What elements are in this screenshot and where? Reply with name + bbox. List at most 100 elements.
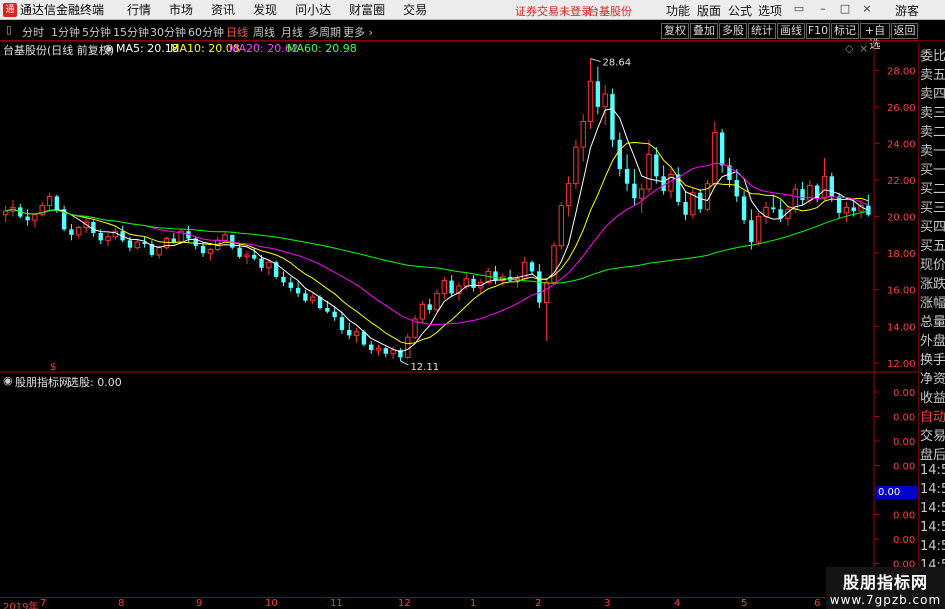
quote-label: 委比	[920, 49, 945, 64]
indicator-current-badge: 0.00	[876, 486, 917, 499]
candle-body	[639, 188, 645, 199]
quote-label: 14:56	[920, 501, 945, 516]
price-tick-label: 12.00	[887, 359, 916, 370]
candle-body	[551, 245, 557, 283]
candle-body	[200, 245, 206, 254]
indicator-tick-label: 0.00	[893, 388, 915, 399]
candle-body	[332, 311, 337, 318]
candle-body	[646, 153, 652, 190]
candle-body	[252, 254, 257, 259]
date-tick-label: 11	[330, 598, 343, 609]
candle-body	[771, 207, 776, 210]
candle-body	[266, 261, 272, 269]
date-tick-label: 8	[118, 598, 125, 609]
quote-label: 买三	[920, 201, 945, 216]
candle-body	[295, 287, 301, 294]
candle-body	[610, 94, 615, 140]
candle-body	[624, 169, 630, 184]
signal-marker: $	[50, 362, 56, 373]
candle-body	[851, 207, 856, 212]
quote-label: 14:56	[920, 463, 945, 478]
candle-body	[105, 236, 111, 241]
indicator-tick-label: 0.00	[893, 413, 915, 424]
candle-body	[595, 81, 601, 107]
candle-body	[800, 189, 805, 201]
candle-body	[134, 241, 140, 249]
candle-body	[405, 336, 411, 358]
date-tick-label: 1	[470, 598, 477, 609]
candle-body	[441, 280, 448, 294]
candle-body	[602, 93, 608, 108]
indicator-tick-label: 0.00	[893, 437, 915, 448]
candle-series	[2, 58, 871, 362]
quote-label: 换手	[920, 353, 945, 368]
date-tick-label: 2	[535, 598, 542, 609]
candle-body	[310, 296, 316, 302]
quote-panel: 委比 卖五 卖四 卖三 卖二 卖一 买一 买二 买三 买四 买五 现价 涨跌 涨幅 总量 外盘 换手 净资 收益 自动…	[918, 42, 945, 597]
candle-body	[449, 280, 454, 294]
quote-label: 盘后	[920, 448, 945, 463]
candle-body	[537, 271, 542, 303]
candle-body	[580, 120, 586, 148]
candle-body	[698, 192, 703, 210]
candle-body	[347, 329, 352, 336]
candle-body	[683, 201, 688, 215]
candle-body	[836, 196, 842, 213]
candle-body	[91, 222, 96, 234]
candle-body	[734, 180, 739, 197]
candle-body	[463, 278, 469, 287]
price-axis: 28.00 26.00 24.00 22.00 20.00 18.00 16.00 14.00…	[874, 66, 916, 370]
candle-body	[749, 220, 754, 243]
watermark: 股朋指标网 www.7gpzb.com	[826, 567, 945, 609]
candle-body	[617, 139, 622, 170]
candle-body	[471, 278, 476, 288]
indicator-tick-label: 0.00	[893, 511, 915, 522]
date-tick-label: 4	[674, 598, 681, 609]
candle-body	[829, 176, 834, 197]
candle-body	[25, 216, 30, 221]
candle-body	[741, 196, 747, 221]
quote-label: 14:56	[920, 520, 945, 535]
quote-label: 卖四	[920, 87, 945, 102]
candle-body	[69, 229, 74, 235]
candle-body	[543, 281, 550, 304]
date-tick-label: 9	[196, 598, 203, 609]
candle-body	[32, 214, 38, 221]
high-annotation: 28.64	[603, 58, 632, 69]
candle-body	[369, 344, 374, 351]
indicator-tick-label: 0.00	[893, 535, 915, 546]
quote-label: 涨幅	[920, 296, 945, 311]
candle-body	[632, 183, 637, 199]
candle-body	[288, 282, 293, 288]
candle-body	[558, 205, 564, 247]
quote-label: 卖五	[920, 68, 945, 83]
candle-body	[661, 176, 666, 191]
candle-body	[244, 254, 250, 258]
candle-body	[712, 131, 718, 185]
candle-body	[390, 349, 396, 355]
price-tick-label: 22.00	[887, 176, 916, 187]
ma-lines	[5, 108, 869, 353]
date-tick-label: 10	[265, 598, 278, 609]
quote-label: 买一	[920, 163, 945, 178]
candle-body	[755, 216, 762, 243]
price-tick-label: 24.00	[887, 139, 916, 150]
candle-body	[654, 154, 659, 177]
candle-body	[719, 132, 725, 166]
indicator-name: 股朋指标网	[15, 376, 70, 389]
kline-chart[interactable]: 28.00 26.00 24.00 22.00 20.00 18.00 16.00 14.00…	[0, 0, 918, 597]
candle-body	[2, 210, 9, 216]
terminal-window: 通 通达信金融终端 行情 市场 资讯 发现 问小达 财富圈 交易 证券交易未登录…	[0, 0, 945, 609]
candle-body	[353, 331, 360, 336]
candle-body	[46, 195, 53, 207]
date-axis: 2019年 7 8 9 10 11 12 1 2 3 4 5 6	[0, 597, 918, 609]
quote-label: 自动	[920, 410, 945, 425]
candle-body	[573, 146, 579, 185]
candle-body	[222, 234, 228, 241]
candle-body	[419, 303, 426, 320]
candle-body	[54, 196, 60, 210]
indicator-settings-icon[interactable]: ◉	[3, 374, 13, 387]
quote-label: 买二	[920, 182, 945, 197]
quote-label: 14:56	[920, 539, 945, 554]
price-tick-label: 20.00	[887, 213, 916, 224]
